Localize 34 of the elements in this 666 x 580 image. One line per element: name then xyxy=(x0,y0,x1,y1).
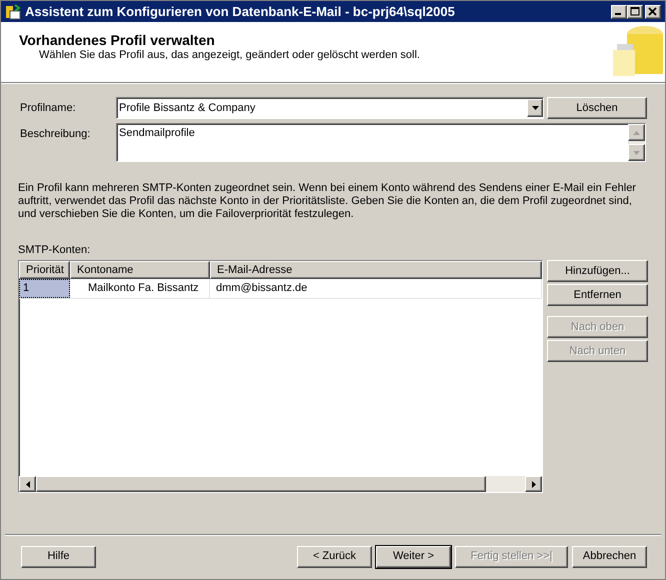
maximize-icon xyxy=(630,7,640,16)
left-arrow-icon xyxy=(26,480,30,488)
page-title: Vorhandenes Profil verwalten xyxy=(19,32,215,48)
dialog-button[interactable]: Weiter > xyxy=(376,546,451,568)
dialog-button[interactable]: Abbrechen xyxy=(572,546,647,568)
section-label: SMTP-Konten: xyxy=(18,244,92,257)
close-icon xyxy=(648,7,658,16)
close-button[interactable] xyxy=(645,4,661,18)
table-cell: dmm@bissantz.de xyxy=(210,279,542,298)
table-cell: Mailkonto Fa. Bissantz xyxy=(70,279,210,298)
field-label: Profilname: xyxy=(19,100,77,116)
dialog-button[interactable]: Hilfe xyxy=(21,546,96,568)
column-header[interactable]: Priorität xyxy=(19,261,70,279)
window-title: Assistent zum Konfigurieren von Datenbank-E-Mail - bc-prj64\sql2005 xyxy=(25,2,456,21)
down-arrow-icon xyxy=(633,150,640,154)
field-label: Beschreibung: xyxy=(19,127,92,142)
right-arrow-icon xyxy=(532,480,536,488)
maximize-button[interactable] xyxy=(627,4,643,18)
dialog-button[interactable]: Hinzufügen... xyxy=(547,260,648,282)
profile-dropdown[interactable]: Profile Bissantz & Company xyxy=(116,97,544,119)
table-row[interactable]: 1 Mailkonto Fa. Bissantz dmm@bissantz.de xyxy=(19,279,542,299)
scrollbar[interactable] xyxy=(628,124,645,161)
column-header[interactable]: Kontoname xyxy=(70,261,210,279)
table-cell: 1 xyxy=(19,279,70,298)
column-header[interactable]: E-Mail-Adresse xyxy=(210,261,542,279)
dialog-button[interactable]: Entfernen xyxy=(547,284,648,306)
dialog-button[interactable]: Löschen xyxy=(547,97,647,119)
dialog-button[interactable]: < Zurück xyxy=(297,546,372,568)
up-arrow-icon xyxy=(633,130,640,134)
minimize-button[interactable] xyxy=(611,4,627,18)
page-subtitle: Wählen Sie das Profil aus, das angezeigt, geändert oder gelöscht werden soll. xyxy=(38,48,420,62)
database-mail-icon xyxy=(5,4,21,20)
info-text: Ein Profil kann mehreren SMTP-Konten zugeordnet sein. Wenn bei einem Konto während des Sendens einer E-Mail ein Fehler auftritt, verwendet das Profil das nächste Konto in der Prioritätsliste. Geben Sie die Konten an, die dem Profil zugeordnet sind, und verschieben Sie die Konten, um die Failoverpriorität festzulegen. xyxy=(18,182,637,221)
description-field[interactable]: Sendmailprofile xyxy=(116,123,646,162)
